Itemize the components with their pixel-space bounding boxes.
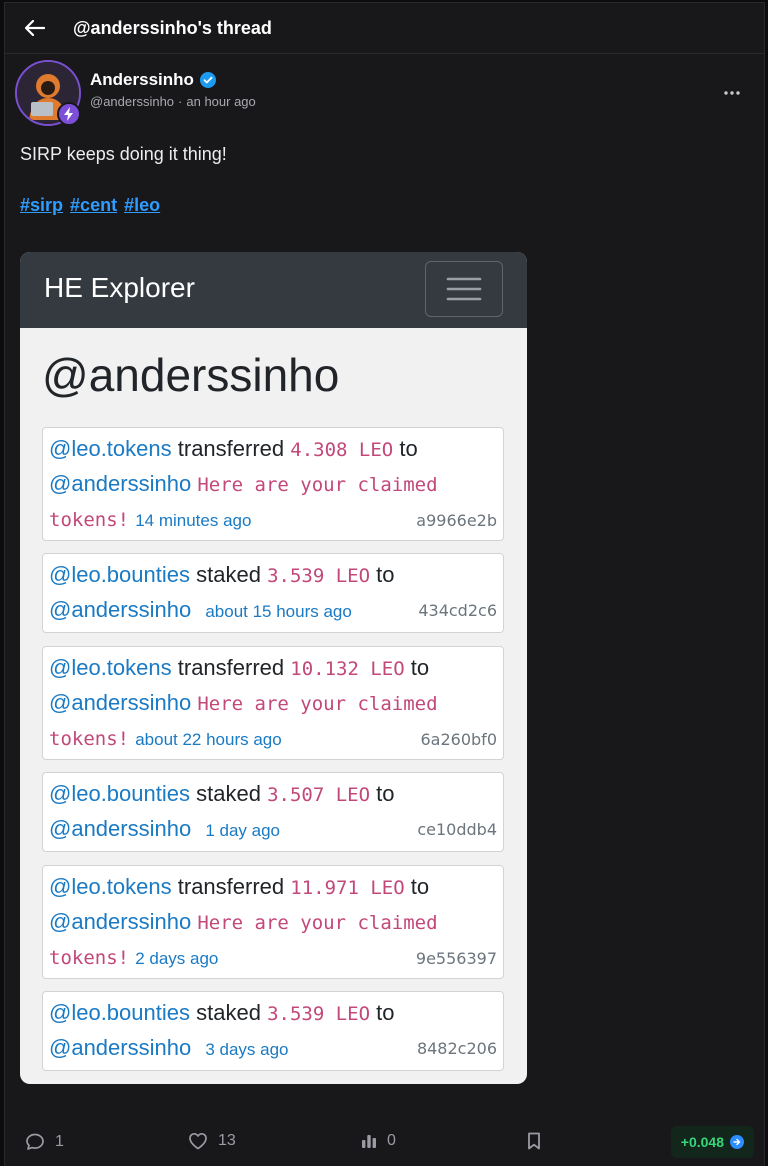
transaction-card: @leo.tokens transferred 11.971 LEO to @a… — [42, 865, 504, 979]
author-name-text: Anderssinho — [90, 70, 194, 89]
post-text: SIRP keeps doing it thing! — [20, 144, 227, 164]
thread-title: @anderssinho's thread — [73, 17, 272, 38]
tx-action: staked — [196, 781, 261, 806]
tx-amount: 11.971 LEO — [290, 877, 405, 899]
transaction-card: @leo.tokens transferred 10.132 LEO to @a… — [42, 646, 504, 760]
tx-time: 1 day ago — [205, 821, 281, 840]
tx-to: @anderssinho — [49, 1035, 192, 1060]
tx-from: @leo.bounties — [49, 1000, 190, 1025]
tx-memo: Here are your claimed — [197, 474, 438, 496]
arrow-left-icon — [25, 20, 45, 36]
explorer-brand: HE Explorer — [44, 272, 195, 303]
tx-memo-cont: tokens! — [49, 509, 130, 531]
tx-from: @leo.bounties — [49, 781, 190, 806]
post-meta: @anderssinho · an hour ago — [90, 94, 256, 109]
tx-amount: 3.507 LEO — [267, 784, 371, 806]
bookmark-button[interactable] — [527, 1132, 541, 1150]
tx-action: staked — [196, 1000, 261, 1025]
tx-time: about 22 hours ago — [135, 730, 282, 749]
author-name[interactable]: Anderssinho — [90, 70, 216, 90]
tx-amount: 4.308 LEO — [290, 439, 394, 461]
tx-to-word: to — [376, 562, 395, 587]
verified-icon — [199, 72, 216, 88]
author-handle[interactable]: @anderssinho — [90, 94, 174, 109]
transaction-card: @leo.bounties staked 3.507 LEO to @ander… — [42, 772, 504, 852]
transaction-card: @leo.bounties staked 3.539 LEO to @ander… — [42, 991, 504, 1071]
like-count: 13 — [218, 1132, 236, 1149]
thread-panel: @anderssinho's thread Anderssinho @ander… — [4, 2, 765, 1166]
payout-amount: +0.048 — [680, 1134, 724, 1150]
tx-time: 2 days ago — [135, 949, 219, 968]
tx-hash: 8482c206 — [416, 1039, 497, 1058]
more-options-button[interactable] — [724, 82, 740, 100]
tx-time: 14 minutes ago — [135, 511, 252, 530]
tx-to-word: to — [410, 874, 430, 899]
comment-count: 1 — [55, 1133, 64, 1150]
tx-from: @leo.bounties — [49, 562, 190, 587]
tx-to-word: to — [376, 781, 395, 806]
tx-hash: a9966e2b — [416, 511, 497, 530]
tx-from: @leo.tokens — [49, 874, 172, 899]
tx-amount: 3.539 LEO — [267, 1003, 371, 1025]
tx-from: @leo.tokens — [49, 655, 172, 680]
hamburger-icon — [425, 261, 503, 317]
lightning-badge-icon — [57, 102, 81, 126]
explorer-heading: @anderssinho — [42, 349, 340, 401]
tx-action: staked — [196, 562, 261, 587]
tx-action: transferred — [177, 655, 285, 680]
tag-link[interactable]: #cent — [70, 195, 117, 215]
heart-icon — [189, 1132, 207, 1150]
tx-to: @anderssinho — [49, 690, 192, 715]
embedded-screenshot[interactable]: HE Explorer @anderssinho @leo.tokens tra… — [20, 252, 527, 1084]
tx-to-word: to — [410, 655, 430, 680]
tx-memo: Here are your claimed — [197, 693, 438, 715]
tx-hash: 6a260bf0 — [420, 730, 498, 749]
tag-link[interactable]: #leo — [124, 195, 160, 215]
post-actions-bar: 1 13 0 +0.048 — [5, 1126, 764, 1160]
tx-action: transferred — [177, 436, 285, 461]
payout-badge[interactable]: +0.048 — [670, 1126, 754, 1158]
bookmark-icon — [528, 1132, 540, 1150]
post-time[interactable]: an hour ago — [186, 94, 255, 109]
tx-amount: 10.132 LEO — [290, 658, 405, 680]
explorer-navbar: HE Explorer — [20, 252, 527, 328]
tx-amount: 3.539 LEO — [267, 565, 371, 587]
comment-button[interactable]: 1 — [25, 1132, 64, 1152]
tx-to: @anderssinho — [49, 597, 192, 622]
post-tags: #sirp #cent #leo — [5, 195, 764, 216]
like-button[interactable]: 13 — [188, 1132, 236, 1150]
tx-time: 3 days ago — [205, 1040, 289, 1059]
tx-memo: Here are your claimed — [197, 912, 438, 934]
tx-hash: 434cd2c6 — [418, 601, 497, 620]
tx-hash: 9e556397 — [415, 949, 497, 968]
tx-hash: ce10ddb4 — [417, 820, 497, 839]
tx-to: @anderssinho — [49, 471, 192, 496]
tx-from: @leo.tokens — [49, 436, 172, 461]
tx-memo-cont: tokens! — [49, 947, 130, 969]
tx-action: transferred — [177, 874, 285, 899]
tx-time: about 15 hours ago — [205, 602, 352, 621]
token-coin-icon — [730, 1135, 744, 1149]
tx-to: @anderssinho — [49, 816, 192, 841]
bar-chart-icon — [362, 1135, 376, 1148]
post-header: Anderssinho @anderssinho · an hour ago — [5, 54, 764, 132]
comment-icon — [26, 1133, 44, 1150]
vote-count: 0 — [387, 1132, 396, 1149]
tag-link[interactable]: #sirp — [20, 195, 63, 215]
vote-stats-button[interactable]: 0 — [361, 1132, 396, 1150]
ellipsis-icon — [724, 91, 740, 95]
tx-to-word: to — [399, 436, 418, 461]
transaction-card: @leo.bounties staked 3.539 LEO to @ander… — [42, 553, 504, 633]
meta-separator: · — [178, 94, 183, 109]
back-button[interactable] — [23, 16, 47, 40]
transaction-card: @leo.tokens transferred 4.308 LEO to @an… — [42, 427, 504, 541]
tx-to-word: to — [376, 1000, 395, 1025]
tx-to: @anderssinho — [49, 909, 192, 934]
thread-header: @anderssinho's thread — [5, 3, 764, 54]
tx-memo-cont: tokens! — [49, 728, 130, 750]
